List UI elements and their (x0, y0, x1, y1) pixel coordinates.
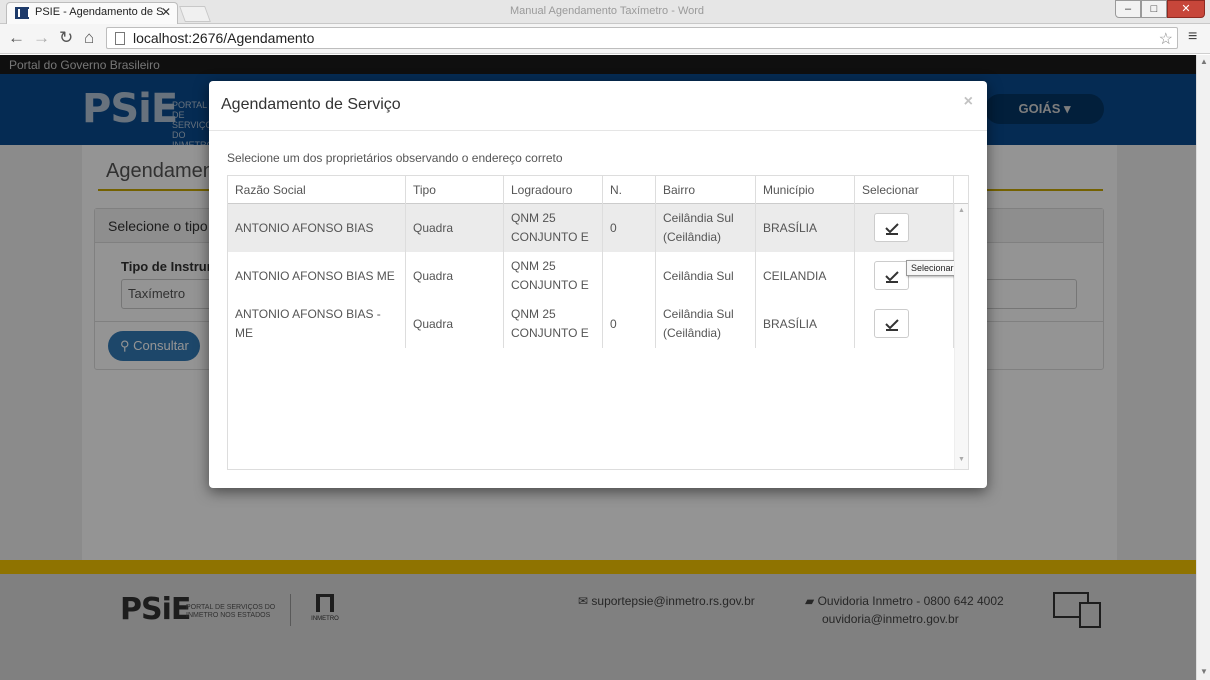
cell-tipo: Quadra (406, 204, 504, 252)
col-bairro: Bairro (656, 176, 756, 204)
page-icon (115, 32, 125, 45)
scroll-down-icon[interactable]: ▼ (1200, 667, 1208, 676)
table-row[interactable]: ANTONIO AFONSO BIAS Quadra QNM 25 CONJUN… (228, 204, 954, 252)
cell-razao-social: ANTONIO AFONSO BIAS (228, 204, 406, 252)
tab-close-icon[interactable]: ✕ (161, 5, 171, 19)
close-icon[interactable]: × (964, 93, 973, 111)
check-icon (884, 222, 899, 235)
check-icon (884, 318, 899, 331)
cell-logradouro: QNM 25 CONJUNTO E (504, 204, 603, 252)
cell-numero: 0 (603, 204, 656, 252)
cell-numero (603, 252, 656, 300)
col-tipo: Tipo (406, 176, 504, 204)
window-close-button[interactable]: ✕ (1167, 0, 1205, 18)
table-header: Razão Social Tipo Logradouro N. Bairro M… (228, 176, 968, 204)
reload-icon[interactable]: ↻ (59, 28, 73, 48)
col-municipio: Município (756, 176, 855, 204)
select-button[interactable] (874, 213, 909, 242)
cell-razao-social: ANTONIO AFONSO BIAS ME (228, 252, 406, 300)
window-title: Manual Agendamento Taxímetro - Word (510, 5, 705, 17)
cell-numero: 0 (603, 300, 656, 348)
cell-logradouro: QNM 25 CONJUNTO E (504, 300, 603, 348)
cell-bairro: Ceilândia Sul (Ceilândia) (656, 300, 756, 348)
scroll-up-icon[interactable]: ▲ (958, 207, 965, 214)
check-icon (884, 270, 899, 283)
inmetro-favicon-icon (15, 7, 30, 19)
cell-razao-social: ANTONIO AFONSO BIAS - ME (228, 300, 406, 348)
col-numero: N. (603, 176, 656, 204)
page-scrollbar[interactable]: ▲ ▼ (1196, 55, 1210, 680)
select-button[interactable] (874, 309, 909, 338)
url-text: localhost:2676/Agendamento (133, 30, 315, 46)
scheduling-modal: Agendamento de Serviço × Selecione um do… (209, 81, 987, 488)
tab-title: PSIE - Agendamento de S (35, 6, 164, 18)
cell-municipio: BRASÍLIA (756, 300, 855, 348)
minimize-button[interactable]: – (1115, 0, 1141, 18)
maximize-button[interactable]: □ (1141, 0, 1167, 18)
home-icon[interactable]: ⌂ (84, 28, 94, 48)
table-row[interactable]: ANTONIO AFONSO BIAS - ME Quadra QNM 25 C… (228, 300, 954, 348)
new-tab-button[interactable] (179, 6, 211, 22)
cell-municipio: CEILANDIA (756, 252, 855, 300)
cell-municipio: BRASÍLIA (756, 204, 855, 252)
back-arrow-icon[interactable]: ← (8, 28, 25, 48)
cell-bairro: Ceilândia Sul (Ceilândia) (656, 204, 756, 252)
scroll-down-icon[interactable]: ▼ (958, 456, 965, 463)
address-bar: ← → ↻ ⌂ localhost:2676/Agendamento ☆ ≡ (0, 24, 1210, 54)
col-selecionar: Selecionar (855, 176, 954, 204)
table-body: ANTONIO AFONSO BIAS Quadra QNM 25 CONJUN… (228, 204, 959, 469)
select-button[interactable] (874, 261, 909, 290)
forward-arrow-icon[interactable]: → (33, 28, 50, 48)
cell-tipo: Quadra (406, 252, 504, 300)
col-razao-social: Razão Social (228, 176, 406, 204)
cell-tipo: Quadra (406, 300, 504, 348)
modal-title: Agendamento de Serviço (221, 96, 401, 113)
scroll-up-icon[interactable]: ▲ (1200, 57, 1208, 66)
browser-tab-bar: PSIE - Agendamento de S ✕ Manual Agendam… (0, 0, 1210, 24)
cell-logradouro: QNM 25 CONJUNTO E (504, 252, 603, 300)
owners-table: Razão Social Tipo Logradouro N. Bairro M… (227, 175, 969, 470)
browser-tab[interactable]: PSIE - Agendamento de S ✕ (6, 2, 178, 24)
star-icon[interactable]: ☆ (1159, 29, 1173, 49)
col-logradouro: Logradouro (504, 176, 603, 204)
hamburger-icon[interactable]: ≡ (1188, 28, 1197, 46)
table-row[interactable]: ANTONIO AFONSO BIAS ME Quadra QNM 25 CON… (228, 252, 954, 300)
modal-instruction: Selecione um dos proprietários observand… (227, 151, 563, 165)
select-tooltip: Selecionar (906, 260, 959, 276)
cell-bairro: Ceilândia Sul (656, 252, 756, 300)
table-scrollbar[interactable]: ▲ ▼ (954, 204, 968, 469)
url-input[interactable]: localhost:2676/Agendamento ☆ (106, 27, 1178, 49)
modal-header: Agendamento de Serviço × (209, 81, 987, 131)
